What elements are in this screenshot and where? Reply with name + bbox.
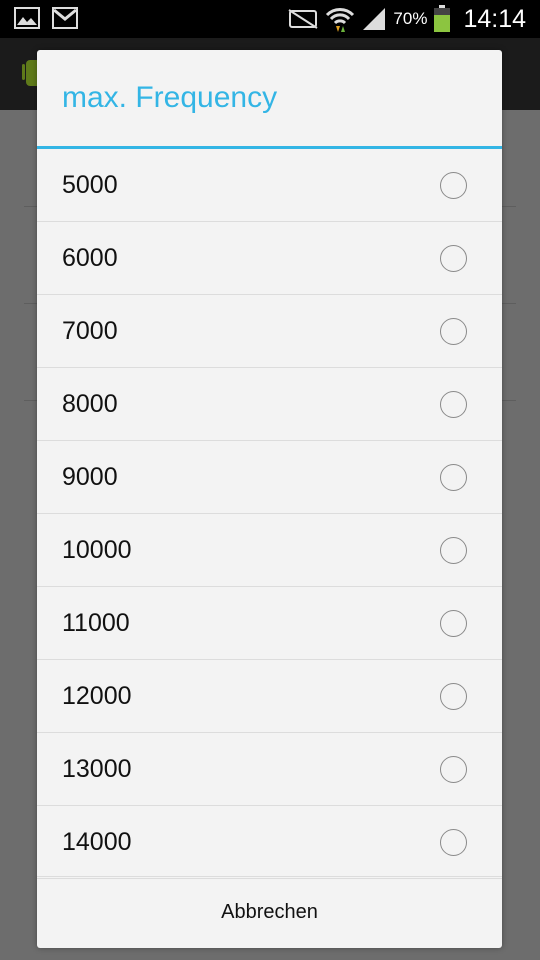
option-label: 12000 [62,681,132,710]
status-bar: 70% 14:14 [0,0,540,38]
list-item[interactable]: 14000 [37,806,502,879]
radio-button[interactable] [440,245,467,272]
list-item[interactable]: 6000 [37,222,502,295]
option-label: 9000 [62,462,118,491]
list-item[interactable]: 10000 [37,514,502,587]
cancel-button[interactable]: Abbrechen [37,877,502,948]
list-item[interactable]: 12000 [37,660,502,733]
status-bar-notifications [14,7,78,29]
list-item[interactable]: 5000 [37,149,502,222]
option-label: 10000 [62,535,132,564]
list-item[interactable]: 13000 [37,733,502,806]
signal-icon [361,7,387,31]
gmail-icon [52,7,78,29]
list-item[interactable]: 9000 [37,441,502,514]
wifi-icon [325,6,355,32]
option-label: 5000 [62,170,118,199]
option-label: 14000 [62,827,132,856]
radio-button[interactable] [440,610,467,637]
list-item[interactable]: 11000 [37,587,502,660]
dialog-footer: Abbrechen [37,876,502,948]
dialog-title: max. Frequency [62,81,278,114]
option-label: 8000 [62,389,118,418]
option-label: 7000 [62,316,118,345]
radio-button[interactable] [440,683,467,710]
option-list: 5000 6000 7000 8000 9000 10000 11000 120… [37,149,502,879]
image-icon [14,7,40,29]
radio-button[interactable] [440,464,467,491]
nfc-off-icon [287,8,319,30]
radio-button[interactable] [440,172,467,199]
radio-button[interactable] [440,318,467,345]
option-label: 11000 [62,608,130,637]
battery-percent: 70% [393,9,428,28]
frequency-dialog: max. Frequency 5000 6000 7000 8000 9000 … [37,50,502,948]
radio-button[interactable] [440,756,467,783]
status-bar-system: 70% 14:14 [287,0,526,38]
clock: 14:14 [463,4,526,33]
list-item[interactable]: 8000 [37,368,502,441]
list-item[interactable]: 7000 [37,295,502,368]
radio-button[interactable] [440,391,467,418]
option-label: 6000 [62,243,118,272]
radio-button[interactable] [440,829,467,856]
radio-button[interactable] [440,537,467,564]
option-label: 13000 [62,754,132,783]
battery-icon [433,5,451,33]
